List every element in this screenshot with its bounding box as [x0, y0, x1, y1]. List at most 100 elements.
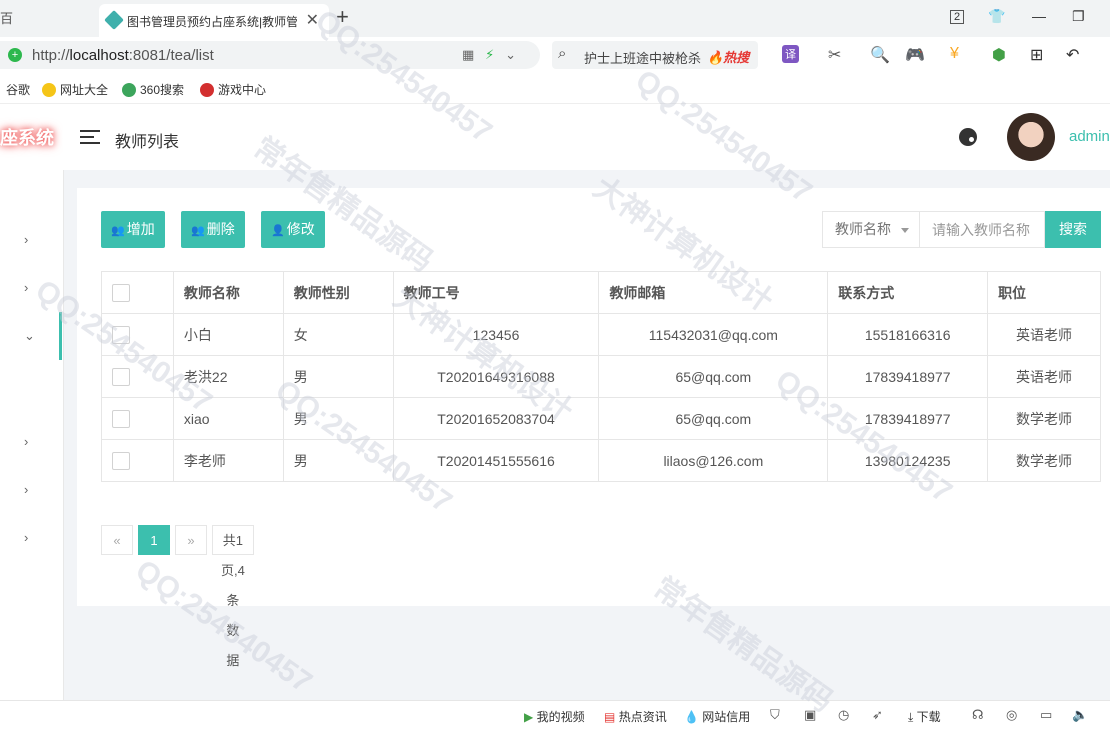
add-button[interactable]: 👥 增加 [101, 211, 165, 248]
cell-name: 老洪22 [172, 355, 284, 398]
admin-name[interactable]: admin [1069, 128, 1110, 145]
sidebar-chevron-right-icon[interactable]: › [24, 232, 28, 247]
globe-icon[interactable]: ◎ [1006, 707, 1017, 723]
hot-badge: 🔥热搜 [707, 50, 750, 65]
apps-grid-icon[interactable]: ⊞ [1030, 45, 1043, 65]
shield-ext-icon[interactable]: ⬢ [992, 45, 1006, 65]
qr-icon[interactable]: ▦ [462, 47, 474, 62]
shield-icon[interactable]: ⛉ [770, 707, 780, 723]
sidebar-chevron-right-icon[interactable]: › [24, 482, 28, 497]
search-icon: ⌕ [558, 45, 567, 62]
restore-icon[interactable]: ❐ [1072, 8, 1085, 25]
search-suggestion[interactable]: 护士上班途中被枪杀 [584, 48, 701, 67]
video-icon: ▶ [524, 710, 534, 724]
col-header[interactable]: 教师邮箱 [598, 271, 829, 314]
col-header[interactable]: 教师名称 [172, 271, 284, 314]
avatar[interactable] [1007, 113, 1055, 161]
tab-count-badge[interactable]: 2 [950, 10, 965, 24]
caret-down-icon [901, 228, 909, 233]
magnifier-icon[interactable]: 🔍 [870, 45, 890, 65]
shirt-icon[interactable]: 👕 [988, 8, 1005, 25]
app-root: 座系统 › › ⌄ › › › 教师列表 admin 👥 增加 👥 删除 👤 修改 教… [0, 104, 1110, 700]
browser-tab-bar: 百 图书管理员预约占座系统|教师管 ✕ + 2 👕 — ❐ [0, 0, 1110, 37]
bookmark-games[interactable]: 游戏中心 [200, 81, 266, 98]
table-row[interactable]: 李老师 男 T20201451555616 lilaos@126.com 139… [101, 439, 1101, 482]
cell-phone: 17839418977 [827, 397, 989, 440]
row-checkbox[interactable] [112, 367, 130, 386]
table-row[interactable]: xiao 男 T20201652083704 65@qq.com 1783941… [101, 397, 1101, 440]
status-download[interactable]: ⤓ 下载 [908, 708, 941, 725]
pager-info: 共1页,4条数据 [212, 525, 254, 668]
delete-button[interactable]: 👥 删除 [181, 211, 245, 248]
undo-icon[interactable]: ↶ [1066, 45, 1079, 65]
row-checkbox[interactable] [112, 409, 130, 428]
speed-icon[interactable]: ◷ [838, 707, 849, 723]
filter-field-select[interactable]: 教师名称 [822, 211, 920, 248]
cell-position: 数学老师 [987, 397, 1101, 440]
rocket-icon[interactable]: ➶ [872, 707, 883, 723]
edit-button[interactable]: 👤 修改 [261, 211, 325, 248]
tab-close-icon[interactable]: ✕ [306, 10, 319, 30]
cell-id: T20201451555616 [392, 439, 600, 482]
search-input[interactable] [919, 211, 1045, 248]
col-header[interactable]: 教师性别 [282, 271, 394, 314]
table-row[interactable]: 老洪22 男 T20201649316088 65@qq.com 1783941… [101, 355, 1101, 398]
chevron-down-icon[interactable]: ⌄ [505, 47, 516, 62]
pager-next[interactable]: » [175, 525, 207, 555]
status-my-video[interactable]: ▶ 我的视频 [524, 708, 585, 725]
scissors-icon[interactable]: ✂ [828, 45, 841, 65]
palette-icon[interactable] [959, 128, 977, 146]
volume-icon[interactable]: 🔈 [1072, 707, 1088, 723]
cell-email: 65@qq.com [598, 397, 829, 440]
browser-search-box[interactable]: ⌕ 护士上班途中被枪杀 🔥热搜 [552, 41, 758, 69]
sidebar: 座系统 › › ⌄ › › › [0, 104, 64, 700]
url-field[interactable]: + http://localhost:8081/tea/list ▦ ⚡ ⌄ [0, 41, 540, 69]
translate-icon[interactable]: 译 [782, 45, 799, 63]
image-icon[interactable]: ▣ [804, 707, 816, 723]
minimize-icon[interactable]: — [1032, 8, 1046, 24]
menu-toggle-icon[interactable] [80, 130, 100, 144]
col-header[interactable]: 教师工号 [392, 271, 600, 314]
url-tools[interactable]: ▦ ⚡ ⌄ [462, 47, 516, 63]
app-logo: 座系统 [0, 128, 54, 148]
row-checkbox[interactable] [112, 325, 130, 344]
col-header[interactable]: 职位 [987, 271, 1101, 314]
sidebar-chevron-right-icon[interactable]: › [24, 530, 28, 545]
window-icon[interactable]: ▭ [1040, 707, 1052, 723]
bookmark-google[interactable]: 谷歌 [6, 81, 30, 98]
lightning-icon[interactable]: ⚡ [485, 47, 494, 62]
bookmark-nav[interactable]: 网址大全 [42, 81, 108, 98]
status-hot-news[interactable]: ▤ 热点资讯 [604, 708, 667, 725]
cell-phone: 17839418977 [827, 355, 989, 398]
secure-icon: + [8, 48, 22, 62]
pager-prev[interactable]: « [101, 525, 133, 555]
row-checkbox[interactable] [112, 451, 130, 470]
status-site-credit[interactable]: 💧 网站信用 [684, 708, 750, 725]
sidebar-chevron-down-icon[interactable]: ⌄ [24, 328, 35, 344]
cell-phone: 13980124235 [827, 439, 989, 482]
pager-page-current[interactable]: 1 [138, 525, 170, 555]
cell-phone: 15518166316 [827, 313, 989, 356]
browser-tab-active[interactable]: 图书管理员预约占座系统|教师管 ✕ [99, 4, 329, 37]
bookmark-360-icon [122, 83, 136, 97]
col-header[interactable]: 联系方式 [827, 271, 989, 314]
row-select-cell [101, 439, 174, 482]
bookmark-360[interactable]: 360搜索 [122, 81, 184, 98]
sidebar-chevron-right-icon[interactable]: › [24, 280, 28, 295]
search-button[interactable]: 搜索 [1045, 211, 1101, 248]
cell-id: 123456 [392, 313, 600, 356]
table-row[interactable]: 小白 女 123456 115432031@qq.com 15518166316… [101, 313, 1101, 356]
download-icon: ⤓ [908, 710, 914, 724]
coin-icon[interactable]: ¥ [950, 45, 959, 63]
cell-email: 65@qq.com [598, 355, 829, 398]
gamepad-icon[interactable]: 🎮 [905, 45, 925, 65]
sidebar-chevron-right-icon[interactable]: › [24, 434, 28, 449]
headset-icon[interactable]: ☊ [972, 707, 984, 723]
new-tab-button[interactable]: + [336, 4, 349, 30]
bookmark-games-icon [200, 83, 214, 97]
cell-id: T20201652083704 [392, 397, 600, 440]
tab-stub[interactable]: 百 [0, 8, 13, 27]
url-text[interactable]: http://localhost:8081/tea/list [32, 47, 214, 64]
cell-gender: 男 [282, 439, 394, 482]
select-all-checkbox[interactable] [112, 283, 130, 302]
